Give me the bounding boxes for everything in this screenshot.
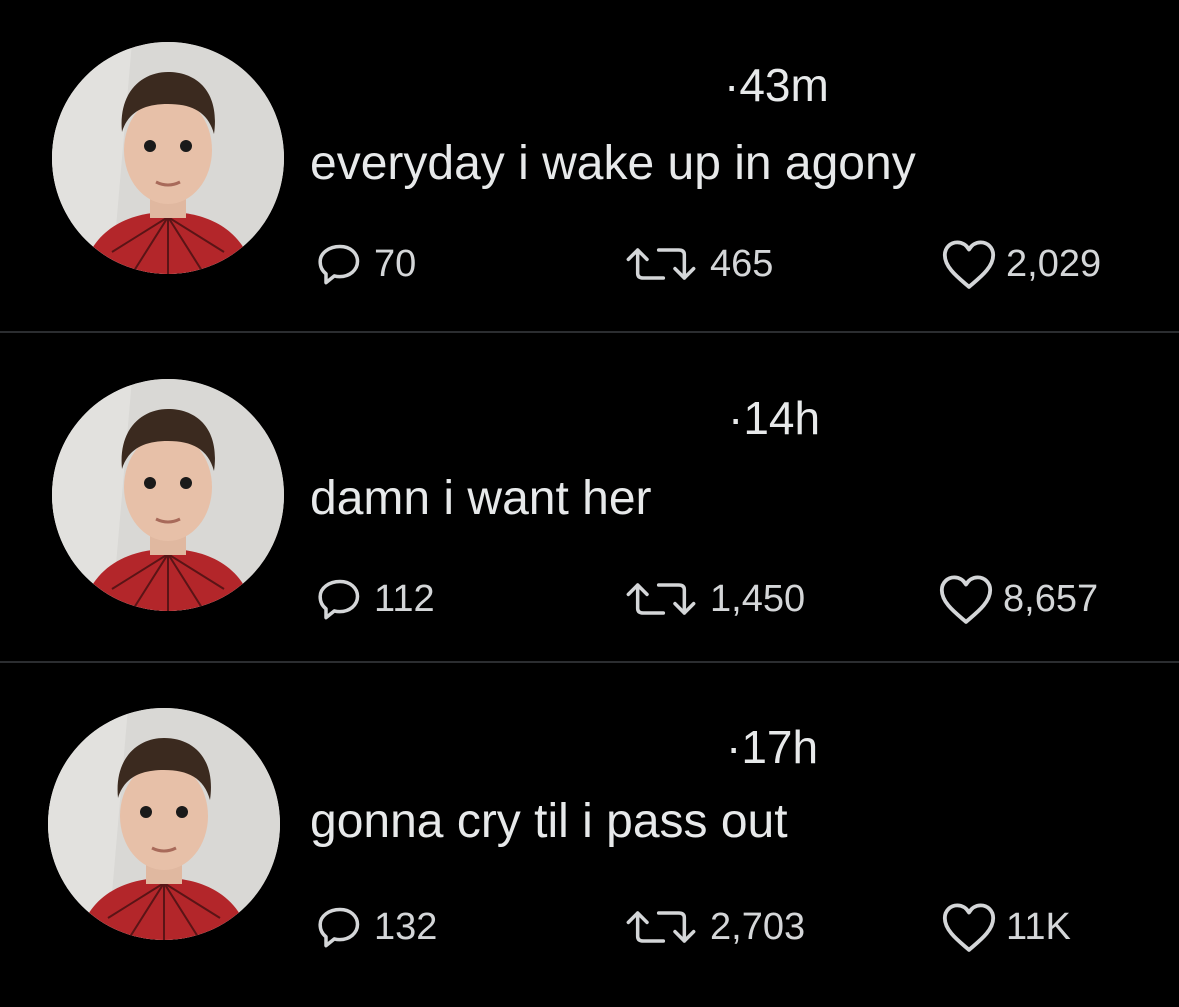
retweet-icon xyxy=(626,911,696,943)
tweet-timestamp[interactable]: ·17h xyxy=(726,720,818,774)
avatar-photo xyxy=(48,708,280,940)
like-count: 11K xyxy=(1006,905,1071,948)
avatar[interactable] xyxy=(48,708,280,940)
reply-icon xyxy=(318,244,360,285)
reply-icon xyxy=(318,907,360,948)
retweet-count: 2,703 xyxy=(710,905,806,948)
avatar-photo xyxy=(52,42,284,274)
like-button[interactable]: 2,029 xyxy=(938,236,1101,292)
tweet[interactable]: ·43m everyday i wake up in agony 70 465 … xyxy=(0,0,1179,330)
retweet-button[interactable]: 1,450 xyxy=(618,571,805,627)
reply-count: 70 xyxy=(374,242,417,285)
like-count: 8,657 xyxy=(1003,577,1099,620)
reply-count: 132 xyxy=(374,905,438,948)
retweet-icon xyxy=(626,248,696,280)
like-button[interactable]: 8,657 xyxy=(935,571,1098,627)
like-button[interactable]: 11K xyxy=(938,899,1071,955)
tweet-timestamp[interactable]: ·43m xyxy=(724,58,829,112)
reply-count: 112 xyxy=(374,577,435,620)
retweet-button[interactable]: 465 xyxy=(618,236,773,292)
tweet[interactable]: ·14h damn i want her 112 1,450 8,657 xyxy=(0,333,1179,663)
reply-button[interactable]: 70 xyxy=(312,236,416,292)
retweet-icon xyxy=(626,583,696,615)
heart-icon xyxy=(942,903,996,952)
heart-icon xyxy=(939,575,993,624)
avatar[interactable] xyxy=(52,379,284,611)
tweet-timestamp[interactable]: ·14h xyxy=(728,391,820,445)
reply-button[interactable]: 132 xyxy=(312,899,437,955)
tweet-text: everyday i wake up in agony xyxy=(310,137,916,190)
tweet-text: gonna cry til i pass out xyxy=(310,795,788,848)
heart-icon xyxy=(942,240,996,289)
retweet-button[interactable]: 2,703 xyxy=(618,899,805,955)
retweet-count: 1,450 xyxy=(710,577,806,620)
like-count: 2,029 xyxy=(1006,242,1102,285)
retweet-count: 465 xyxy=(710,242,774,285)
tweet-text: damn i want her xyxy=(310,472,652,525)
avatar[interactable] xyxy=(52,42,284,274)
tweet[interactable]: ·17h gonna cry til i pass out 132 2,703 … xyxy=(0,663,1179,1007)
reply-icon xyxy=(318,579,360,620)
reply-button[interactable]: 112 xyxy=(312,571,435,627)
avatar-photo xyxy=(52,379,284,611)
